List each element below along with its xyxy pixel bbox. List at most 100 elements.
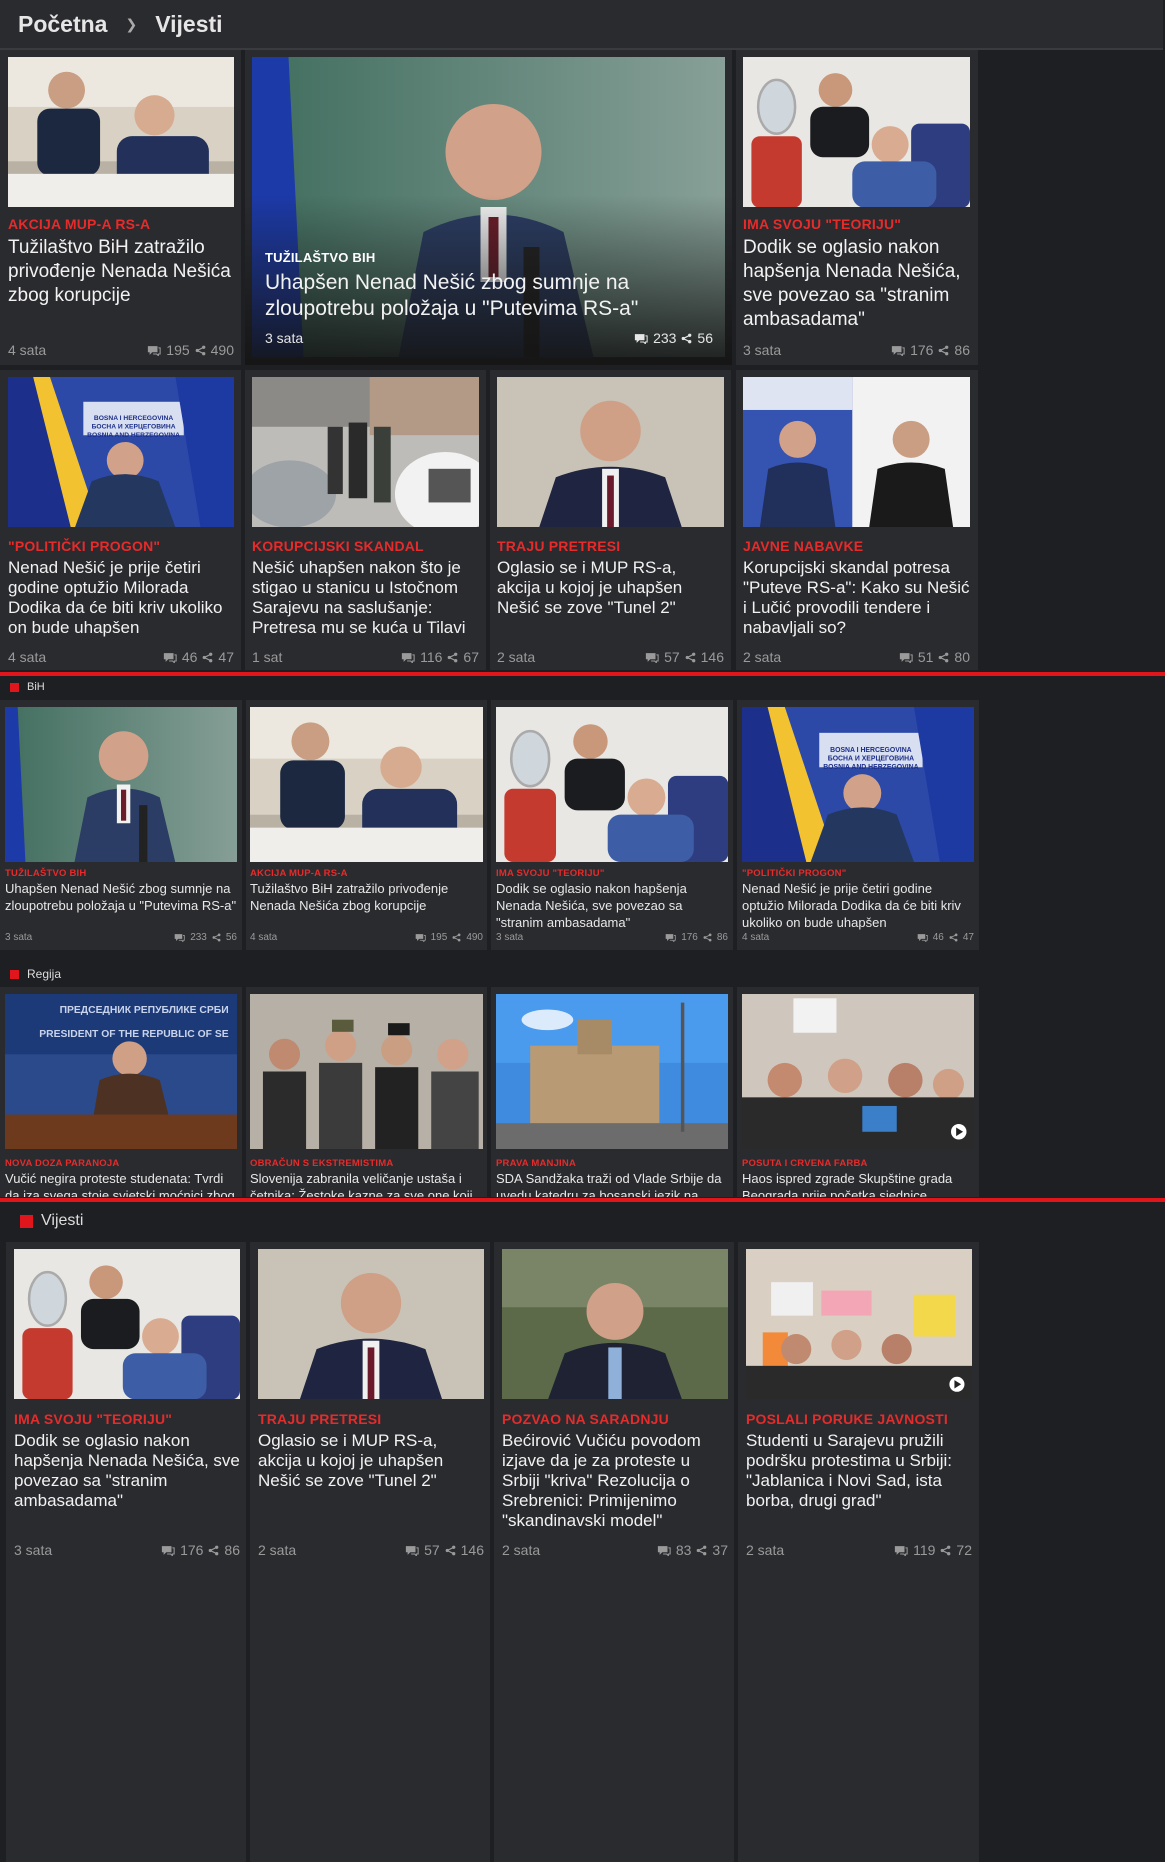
article-image[interactable] xyxy=(746,1249,972,1399)
news-card-small[interactable]: OBRAČUN S EKSTREMISTIMA Slovenija zabran… xyxy=(246,987,487,1197)
article-title[interactable]: Vučić negira proteste studenata: Tvrdi d… xyxy=(5,1170,237,1197)
news-card[interactable]: KORUPCIJSKI SKANDAL Nešić uhapšen nakon … xyxy=(245,370,486,670)
article-title[interactable]: SDA Sandžaka traži od Vlade Srbije da uv… xyxy=(496,1170,728,1197)
news-card-small[interactable]: TUŽILAŠTVO BIH Uhapšen Nenad Nešić zbog … xyxy=(0,700,242,950)
article-category[interactable]: IMA SVOJU "TEORIJU" xyxy=(14,1411,172,1427)
article-title[interactable]: Tužilaštvo BiH zatražilo privođenje Nena… xyxy=(250,880,483,914)
article-category[interactable]: TRAJU PRETRESI xyxy=(258,1411,381,1427)
article-category[interactable]: NOVA DOZA PARANOJA xyxy=(5,1158,119,1169)
news-card[interactable]: TRAJU PRETRESI Oglasio se i MUP RS-a, ak… xyxy=(250,1242,490,1862)
section-label[interactable]: BiH xyxy=(27,681,45,693)
article-category[interactable]: AKCIJA MUP-A RS-A xyxy=(8,216,150,232)
article-image[interactable] xyxy=(258,1249,484,1399)
article-category[interactable]: POZVAO NA SARADNJU xyxy=(502,1411,669,1427)
article-image[interactable]: BOSNA I HERCEGOVINA БОСНА И ХЕРЦЕГОВИНА … xyxy=(742,707,974,862)
article-image[interactable] xyxy=(743,57,970,207)
section-divider xyxy=(0,1198,1165,1202)
article-image[interactable] xyxy=(252,377,479,527)
article-image[interactable]: ПРЕДСЕДНИК РЕПУБЛИКЕ СРБИ PRESIDENT OF T… xyxy=(5,994,237,1149)
section-title-regija[interactable]: Regija xyxy=(10,967,61,981)
article-title[interactable]: Oglasio se i MUP RS-a, akcija u kojoj je… xyxy=(258,1431,484,1491)
news-card[interactable]: TRAJU PRETRESI Oglasio se i MUP RS-a, ak… xyxy=(490,370,731,670)
article-meta: 2 sata 51 80 xyxy=(743,649,970,665)
article-title[interactable]: Uhapšen Nenad Nešić zbog sumnje na zloup… xyxy=(5,880,237,914)
news-card-small[interactable]: BOSNA I HERCEGOVINA БОСНА И ХЕРЦЕГОВИНА … xyxy=(737,700,979,950)
comment-icon xyxy=(634,333,648,344)
article-time: 4 sata xyxy=(742,932,770,943)
article-title[interactable]: Studenti u Sarajevu pružili podršku prot… xyxy=(746,1431,972,1511)
article-title[interactable]: Korupcijski skandal potresa "Puteve RS-a… xyxy=(743,558,970,638)
article-title[interactable]: Slovenija zabranila veličanje ustaša i č… xyxy=(250,1170,483,1197)
section-label[interactable]: Regija xyxy=(27,967,61,981)
section-title-vijesti[interactable]: Vijesti xyxy=(20,1212,83,1230)
breadcrumb-home[interactable]: Početna xyxy=(18,11,107,38)
article-category[interactable]: KORUPCIJSKI SKANDAL xyxy=(252,538,424,554)
section-label[interactable]: Vijesti xyxy=(41,1212,83,1230)
article-image[interactable] xyxy=(8,57,234,207)
article-image[interactable] xyxy=(502,1249,728,1399)
article-title[interactable]: Oglasio se i MUP RS-a, akcija u kojoj je… xyxy=(497,558,724,618)
article-category[interactable]: TUŽILAŠTVO BIH xyxy=(5,868,86,879)
news-card-small[interactable]: IMA SVOJU "TEORIJU" Dodik se oglasio nak… xyxy=(491,700,733,950)
article-image[interactable]: BOSNA I HERCEGOVINA БОСНА И ХЕРЦЕГОВИНА … xyxy=(8,377,234,527)
article-title[interactable]: Dodik se oglasio nakon hapšenja Nenada N… xyxy=(14,1431,240,1511)
comment-count: 233 xyxy=(190,932,207,943)
news-card[interactable]: POSLALI PORUKE JAVNOSTI Studenti u Saraj… xyxy=(738,1242,979,1862)
article-title[interactable]: Uhapšen Nenad Nešić zbog sumnje na zloup… xyxy=(265,270,705,322)
article-title[interactable]: Tužilaštvo BiH zatražilo privođenje Nena… xyxy=(8,236,234,308)
article-category[interactable]: TRAJU PRETRESI xyxy=(497,538,620,554)
article-image[interactable] xyxy=(496,707,728,862)
article-category[interactable]: POSUTA I CRVENA FARBA xyxy=(742,1158,868,1169)
article-title[interactable]: Nenad Nešić je prije četiri godine optuž… xyxy=(742,880,974,931)
news-card-small[interactable]: POSUTA I CRVENA FARBA Haos ispred zgrade… xyxy=(737,987,979,1197)
banner-text: БОСНА И ХЕРЦЕГОВИНА xyxy=(92,424,176,431)
article-category[interactable]: OBRAČUN S EKSTREMISTIMA xyxy=(250,1158,393,1169)
article-category[interactable]: IMA SVOJU "TEORIJU" xyxy=(743,216,901,232)
article-title[interactable]: Bećirović Vučiću povodom izjave da je za… xyxy=(502,1431,728,1531)
article-image[interactable] xyxy=(742,994,974,1149)
article-title[interactable]: Dodik se oglasio nakon hapšenja Nenada N… xyxy=(743,236,970,332)
news-card[interactable]: JAVNE NABAVKE Korupcijski skandal potres… xyxy=(736,370,978,670)
share-count: 490 xyxy=(210,342,234,358)
comment-count: 119 xyxy=(913,1542,936,1558)
article-image[interactable] xyxy=(14,1249,240,1399)
article-category[interactable]: IMA SVOJU "TEORIJU" xyxy=(496,868,605,879)
article-image[interactable] xyxy=(250,707,483,862)
article-title[interactable]: Nenad Nešić je prije četiri godine optuž… xyxy=(8,558,234,638)
comment-icon xyxy=(645,652,659,663)
article-image[interactable] xyxy=(496,994,728,1149)
article-title[interactable]: Dodik se oglasio nakon hapšenja Nenada N… xyxy=(496,880,728,931)
article-title[interactable]: Nešić uhapšen nakon što je stigao u stan… xyxy=(252,558,479,638)
backdrop-text: ПРЕДСЕДНИК РЕПУБЛИКЕ СРБИ xyxy=(60,1005,229,1016)
article-image[interactable] xyxy=(743,377,970,527)
article-category[interactable]: POSLALI PORUKE JAVNOSTI xyxy=(746,1411,948,1427)
section-title-bih[interactable]: BiH xyxy=(10,681,45,693)
news-card[interactable]: IMA SVOJU "TEORIJU" Dodik se oglasio nak… xyxy=(6,1242,246,1862)
news-card[interactable]: BOSNA I HERCEGOVINA БОСНА И ХЕРЦЕГОВИНА … xyxy=(0,370,241,670)
article-category[interactable]: PRAVA MANJINA xyxy=(496,1158,576,1169)
news-card[interactable]: IMA SVOJU "TEORIJU" Dodik se oglasio nak… xyxy=(736,50,978,365)
article-category[interactable]: JAVNE NABAVKE xyxy=(743,538,863,554)
article-time: 3 sata xyxy=(5,932,33,943)
news-card[interactable]: POZVAO NA SARADNJU Bećirović Vučiću povo… xyxy=(494,1242,734,1862)
article-title[interactable]: Haos ispred zgrade Skupštine grada Beogr… xyxy=(742,1170,974,1197)
article-meta: 2 sata 57 146 xyxy=(497,649,724,665)
article-image[interactable] xyxy=(5,707,237,862)
article-time: 2 sata xyxy=(746,1542,785,1558)
article-time: 2 sata xyxy=(502,1542,541,1558)
news-card[interactable]: AKCIJA MUP-A RS-A Tužilaštvo BiH zatraži… xyxy=(0,50,241,365)
share-count: 37 xyxy=(712,1542,728,1558)
article-category[interactable]: AKCIJA MUP-A RS-A xyxy=(250,868,348,879)
article-category[interactable]: TUŽILAŠTVO BIH xyxy=(265,250,375,265)
featured-card[interactable]: TUŽILAŠTVO BIH Uhapšen Nenad Nešić zbog … xyxy=(245,50,732,365)
article-image[interactable] xyxy=(250,994,483,1149)
comment-count: 176 xyxy=(681,932,698,943)
breadcrumb-current[interactable]: Vijesti xyxy=(155,11,222,38)
article-image[interactable] xyxy=(497,377,724,527)
news-card-small[interactable]: AKCIJA MUP-A RS-A Tužilaštvo BiH zatraži… xyxy=(246,700,487,950)
news-card-small[interactable]: ПРЕДСЕДНИК РЕПУБЛИКЕ СРБИ PRESIDENT OF T… xyxy=(0,987,242,1197)
article-category[interactable]: "POLITIČKI PROGON" xyxy=(8,538,160,554)
news-card-small[interactable]: PRAVA MANJINA SDA Sandžaka traži od Vlad… xyxy=(491,987,733,1197)
article-category[interactable]: "POLITIČKI PROGON" xyxy=(742,868,846,879)
comment-icon xyxy=(657,1545,671,1556)
